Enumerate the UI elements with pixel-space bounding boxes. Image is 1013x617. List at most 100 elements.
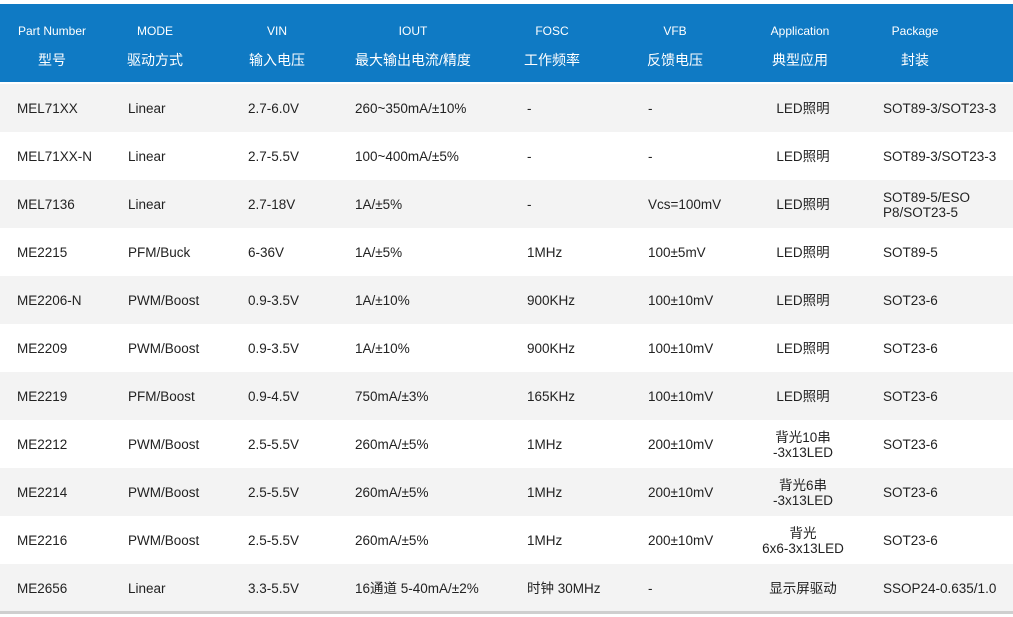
cell-part-number: MEL7136 <box>17 197 75 212</box>
cell-application: LED照明 <box>776 101 830 116</box>
table-row: ME2212 PWM/Boost 2.5-5.5V 260mA/±5% 1MHz 200±… <box>0 420 1013 468</box>
cell-application: LED照明 <box>776 149 830 164</box>
table-row: ME2206-N PWM/Boost 0.9-3.5V 1A/±10% 900KHz 10… <box>0 276 1013 324</box>
cell-application: LED照明 <box>776 245 830 260</box>
cell-part-number: ME2216 <box>17 533 68 548</box>
table-row: MEL71XX-N Linear 2.7-5.5V 100~400mA/±5% - - LE… <box>0 132 1013 180</box>
cell-mode: Linear <box>128 101 166 116</box>
cell-mode: PWM/Boost <box>128 341 200 356</box>
cell-fosc: 900KHz <box>527 341 576 356</box>
cell-package: SOT89-3/SOT23-3 <box>883 149 997 164</box>
table-header: Part Number 型号 MODE 驱动方式 VIN 输入电压 IOUT 最大输出电流/精… <box>0 4 1013 82</box>
cell-vin: 2.7-6.0V <box>248 101 300 116</box>
cell-vin: 2.5-5.5V <box>248 485 300 500</box>
cell-iout: 1A/±5% <box>355 245 403 260</box>
cell-application: LED照明 <box>776 341 830 356</box>
cell-vfb: 100±10mV <box>648 293 714 308</box>
cell-package: SSOP24-0.635/1.0 <box>883 581 997 596</box>
cell-mode: PWM/Boost <box>128 437 200 452</box>
cell-iout: 100~400mA/±5% <box>355 149 459 164</box>
cell-mode: Linear <box>128 581 166 596</box>
column-header-cn: 反馈电压 <box>647 52 703 68</box>
cell-package: SOT89-5 <box>883 245 938 260</box>
cell-vin: 2.7-5.5V <box>248 149 300 164</box>
cell-vin: 0.9-3.5V <box>248 293 300 308</box>
cell-fosc: 165KHz <box>527 389 576 404</box>
cell-part-number: ME2656 <box>17 581 68 596</box>
cell-package: SOT89-5/ESO P8/SOT23-5 <box>883 190 971 220</box>
cell-part-number: ME2209 <box>17 341 68 356</box>
cell-fosc: - <box>527 149 532 164</box>
cell-vfb: 200±10mV <box>648 485 714 500</box>
table-row: ME2215 PFM/Buck 6-36V 1A/±5% 1MHz 100±5mV LED照… <box>0 228 1013 276</box>
column-header-mode: MODE 驱动方式 <box>85 4 225 82</box>
cell-mode: PFM/Buck <box>128 245 191 260</box>
column-header-cn: 驱动方式 <box>127 52 183 68</box>
cell-application: LED照明 <box>776 197 830 212</box>
cell-fosc: - <box>527 197 532 212</box>
cell-vin: 0.9-3.5V <box>248 341 300 356</box>
column-header-package: Package 封装 <box>845 4 985 82</box>
cell-fosc: 时钟 30MHz <box>527 581 601 596</box>
cell-mode: PFM/Boost <box>128 389 195 404</box>
cell-vin: 3.3-5.5V <box>248 581 300 596</box>
cell-application: LED照明 <box>776 293 830 308</box>
cell-iout: 1A/±5% <box>355 197 403 212</box>
cell-part-number: MEL71XX-N <box>17 149 93 164</box>
cell-part-number: ME2206-N <box>17 293 82 308</box>
cell-vfb: - <box>648 149 653 164</box>
cell-vin: 6-36V <box>248 245 285 260</box>
column-header-en: MODE <box>137 24 173 38</box>
cell-vfb: - <box>648 581 653 596</box>
cell-iout: 260mA/±5% <box>355 485 429 500</box>
column-header-en: VIN <box>266 24 287 38</box>
table-row: ME2656 Linear 3.3-5.5V 16通道 5-40mA/±2% 时钟 30… <box>0 564 1013 612</box>
cell-vfb: 100±10mV <box>648 341 714 356</box>
cell-part-number: ME2219 <box>17 389 68 404</box>
column-header-en: FOSC <box>535 24 569 38</box>
cell-iout: 1A/±10% <box>355 341 410 356</box>
cell-vfb: 100±10mV <box>648 389 714 404</box>
cell-application: 背光10串 -3x13LED <box>772 430 834 460</box>
cell-vfb: 200±10mV <box>648 533 714 548</box>
cell-vin: 2.5-5.5V <box>248 437 300 452</box>
cell-mode: PWM/Boost <box>128 533 200 548</box>
column-header-en: IOUT <box>398 24 428 38</box>
table-bottom-border <box>0 611 1013 614</box>
column-header-cn: 封装 <box>901 52 929 68</box>
cell-part-number: MEL71XX <box>17 101 78 116</box>
cell-iout: 750mA/±3% <box>355 389 429 404</box>
cell-vin: 2.5-5.5V <box>248 533 300 548</box>
cell-package: SOT89-3/SOT23-3 <box>883 101 997 116</box>
column-header-cn: 最大输出电流/精度 <box>355 52 471 68</box>
cell-fosc: 1MHz <box>527 437 563 452</box>
cell-package: SOT23-6 <box>883 437 938 452</box>
cell-iout: 260~350mA/±10% <box>355 101 467 116</box>
cell-iout: 260mA/±5% <box>355 437 429 452</box>
column-header-en: VFB <box>663 24 687 38</box>
column-header-vin: VIN 输入电压 <box>207 4 347 82</box>
cell-part-number: ME2212 <box>17 437 68 452</box>
cell-vfb: 200±10mV <box>648 437 714 452</box>
table-row: MEL7136 Linear 2.7-18V 1A/±5% - Vcs=100mV LED照… <box>0 180 1013 228</box>
cell-package: SOT23-6 <box>883 293 938 308</box>
cell-iout: 16通道 5-40mA/±2% <box>355 581 479 596</box>
column-header-cn: 工作频率 <box>524 52 580 68</box>
cell-package: SOT23-6 <box>883 389 938 404</box>
cell-fosc: - <box>527 101 532 116</box>
cell-fosc: 1MHz <box>527 245 563 260</box>
cell-application: 显示屏驱动 <box>769 581 837 596</box>
cell-application: 背光 6x6-3x13LED <box>762 526 844 556</box>
cell-application: 背光6串 -3x13LED <box>772 478 834 508</box>
table-row: ME2209 PWM/Boost 0.9-3.5V 1A/±10% 900KHz 100±… <box>0 324 1013 372</box>
cell-fosc: 1MHz <box>527 533 563 548</box>
cell-vin: 2.7-18V <box>248 197 296 212</box>
cell-application: LED照明 <box>776 389 830 404</box>
cell-fosc: 1MHz <box>527 485 563 500</box>
table-row: ME2219 PFM/Boost 0.9-4.5V 750mA/±3% 165KHz 10… <box>0 372 1013 420</box>
column-header-en: Package <box>891 24 939 38</box>
cell-mode: Linear <box>128 197 166 212</box>
table-row: ME2216 PWM/Boost 2.5-5.5V 260mA/±5% 1MHz 200±… <box>0 516 1013 564</box>
cell-vin: 0.9-4.5V <box>248 389 300 404</box>
cell-mode: PWM/Boost <box>128 293 200 308</box>
